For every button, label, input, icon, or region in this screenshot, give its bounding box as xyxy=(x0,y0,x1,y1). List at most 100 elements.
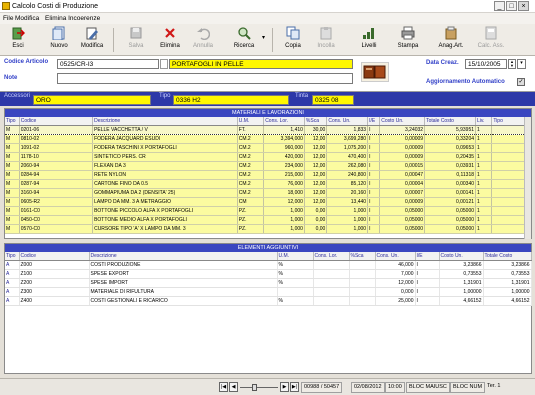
table-row[interactable]: M 1091-02 FODERA TASCHINI X PORTAFOGLI CM.2… xyxy=(5,143,525,153)
menu-modifica[interactable]: Modifica xyxy=(15,15,39,22)
column-header[interactable]: Totale Costo xyxy=(424,117,477,126)
table-row[interactable]: M 0450-C0 BOTTONE MEDIO ALFA X PORTAFOGLI P… xyxy=(5,215,525,225)
date-dropdown-icon[interactable]: ▾ xyxy=(517,59,526,69)
column-header[interactable]: Costo Un. xyxy=(379,117,426,126)
menu-elimina-incoerenze[interactable]: Elimina Incoerenze xyxy=(45,15,100,22)
record-slider-handle[interactable] xyxy=(252,384,257,391)
column-header[interactable]: Tipo xyxy=(5,117,20,126)
column-header[interactable]: I/E xyxy=(367,117,381,126)
table-row[interactable]: M 0201-06 PELLE VACCHETTA / V FT. 1,410 30,00… xyxy=(5,124,525,135)
tinta-field[interactable]: 0325 08 xyxy=(312,95,354,105)
column-header[interactable]: Codice xyxy=(19,252,90,261)
column-header[interactable]: Costo Un. xyxy=(439,252,484,261)
table-cell: 0,05000 xyxy=(379,224,426,234)
elementi-table: Tipo Codice Descrizione U.M. Cons. Lor. %Sca C… xyxy=(5,252,532,306)
column-header[interactable]: Cons. Un. xyxy=(326,117,369,126)
table-cell: 3160-94 xyxy=(19,188,94,198)
date-spin-up-icon[interactable]: ▲ ▼ xyxy=(508,59,516,69)
last-record-icon[interactable]: ▶| xyxy=(290,382,299,392)
column-header[interactable]: U.M. xyxy=(237,117,265,126)
close-button[interactable]: × xyxy=(518,1,529,11)
maximize-button[interactable]: □ xyxy=(506,1,517,11)
table-cell: 1 xyxy=(475,188,493,198)
auto-update-checkbox[interactable]: ✓ xyxy=(517,78,525,86)
paste-button[interactable]: Incolla xyxy=(313,26,339,54)
minimize-button[interactable]: _ xyxy=(494,1,505,11)
table-cell: CARTONE FINO DA 0.5 xyxy=(92,179,238,189)
new-button[interactable]: Nuovo xyxy=(46,26,72,54)
save-button[interactable]: Salva xyxy=(124,26,148,54)
table-row[interactable]: M 1178-10 SINTETICO PERS. CR CM.2 420,000 12,… xyxy=(5,152,525,162)
column-header[interactable]: Tipo xyxy=(5,252,20,261)
table-cell: 1 xyxy=(475,206,493,216)
descrizione-field[interactable]: PORTAFOGLI IN PELLE xyxy=(169,59,353,69)
table-row[interactable]: M 0284-94 RETE NYLON CM.2 215,000 12,00 240,80… xyxy=(5,170,525,180)
table-cell: 0,00 xyxy=(304,215,328,225)
table-cell: SINTETICO PERS. CR xyxy=(92,152,238,162)
table-row[interactable]: M 2060-94 FLEXAN DA 3 CM.2 234,000 12,00 262,0… xyxy=(5,161,525,171)
note-field[interactable] xyxy=(57,73,353,84)
column-header[interactable]: Cons. Lor. xyxy=(263,117,305,126)
column-header[interactable]: Totale Costo xyxy=(483,252,532,261)
table-row[interactable]: A Z200 SPESE IMPORT% 12,000 I 1,31901 1,31901 xyxy=(5,278,532,288)
edit-button[interactable]: Modifica xyxy=(77,26,107,54)
prev-record-icon[interactable]: ◀ xyxy=(229,382,238,392)
article-image xyxy=(361,62,389,82)
search-button[interactable]: Ricerca xyxy=(228,26,260,54)
column-header[interactable]: Liv. xyxy=(475,117,493,126)
first-record-icon[interactable]: |◀ xyxy=(219,382,228,392)
menu-file[interactable]: File xyxy=(3,15,13,22)
table-row[interactable]: M 0570-C0 CURSORE TIPO 'A' X LAMPO DA MM. … xyxy=(5,224,525,234)
table-cell: 0,000 xyxy=(375,287,416,297)
table-row[interactable]: M 0161-C0 BOTTONE PICCOLO ALFA X PORTAFOGL… xyxy=(5,206,525,216)
table-row[interactable]: M 0605-R2 LAMPO DA MM. 3 A METRAGGIO CM 12,0… xyxy=(5,197,525,207)
copy-button[interactable]: Copia xyxy=(281,26,305,54)
exit-button[interactable]: Esci xyxy=(6,26,30,54)
materiali-scrollbar[interactable] xyxy=(524,117,531,239)
table-row[interactable]: M 0287-94 CARTONE FINO DA 0.5 CM.2 76,000 12,… xyxy=(5,179,525,189)
calc-ass-button[interactable]: Calc. Ass. xyxy=(476,26,506,54)
delete-button[interactable]: Elimina xyxy=(156,26,184,54)
table-cell: CURSORE TIPO 'A' X LAMPO DA MM. 3 xyxy=(92,224,238,234)
table-cell: A xyxy=(5,260,20,270)
accessori-field[interactable]: ORO xyxy=(33,95,151,105)
table-cell: I xyxy=(367,215,381,225)
record-slider[interactable] xyxy=(240,387,278,388)
table-cell xyxy=(491,124,525,135)
table-cell: I xyxy=(367,197,381,207)
column-header[interactable]: Cons. Un. xyxy=(375,252,416,261)
lookup-icon[interactable] xyxy=(160,59,168,69)
column-header[interactable]: Descrizione xyxy=(92,117,238,126)
tipo-field[interactable]: 0336 H2 xyxy=(173,95,289,105)
undo-button[interactable]: Annulla xyxy=(190,26,216,54)
table-cell: 12,00 xyxy=(304,152,328,162)
column-header[interactable]: Cons. Lor. xyxy=(313,252,350,261)
column-header[interactable]: Codice xyxy=(19,117,94,126)
column-header[interactable]: I/E xyxy=(415,252,440,261)
column-header[interactable]: Tipo xyxy=(491,117,525,126)
article-registry-button[interactable]: Anag.Art. xyxy=(436,26,466,54)
table-cell: 0,05000 xyxy=(424,215,477,225)
table-cell xyxy=(313,269,350,279)
table-row[interactable]: M 3160-94 GOMMAPIUMA DA 2 (DENSITA' 25) CM.… xyxy=(5,188,525,198)
table-cell xyxy=(313,260,350,270)
table-cell: FODERA TASCHINI X PORTAFOGLI xyxy=(92,143,238,153)
table-row[interactable]: A Z300 MATERIALE DI RIFULTURA 0,000 I 1,00000… xyxy=(5,287,532,297)
status-time: 10:00 xyxy=(385,382,405,393)
table-row[interactable]: M 0810-02 FODERA JACQUARD ESUDI CM.2 3,394,0… xyxy=(5,134,525,144)
column-header[interactable]: %Sca xyxy=(304,117,328,126)
column-header[interactable]: %Sca xyxy=(349,252,376,261)
table-row[interactable]: A Z100 SPESE EXPORT% 7,000 I 0,73553 0,73553 xyxy=(5,269,532,279)
table-cell: 0,00009 xyxy=(379,152,426,162)
data-creazione-field[interactable]: 15/10/2005 xyxy=(465,59,507,69)
table-cell: 1 xyxy=(475,215,493,225)
column-header[interactable]: U.M. xyxy=(277,252,314,261)
print-button[interactable]: Stampa xyxy=(394,26,422,54)
levels-button[interactable]: Livelli xyxy=(356,26,382,54)
table-row[interactable]: A Z400 COSTI GESTIONALI E RICARICO% 25,000 I… xyxy=(5,296,532,306)
next-record-icon[interactable]: ▶ xyxy=(280,382,289,392)
table-row[interactable]: A Z000 COSTI PRODUZIONE% 46,000 I 3,23866 3,23… xyxy=(5,260,532,270)
codice-articolo-field[interactable]: 0525/CR-I3 xyxy=(57,59,159,69)
chevron-down-icon[interactable]: ▾ xyxy=(262,34,265,41)
column-header[interactable]: Descrizione xyxy=(89,252,278,261)
